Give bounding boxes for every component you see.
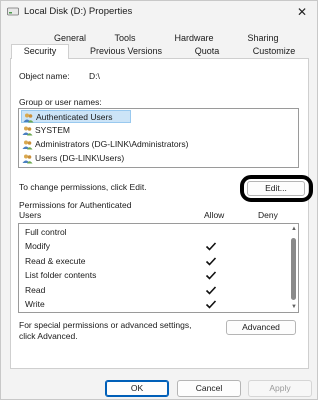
user-list[interactable]: Authenticated Users SYSTEM Administrator… (18, 108, 299, 168)
object-name-value: D:\ (89, 71, 100, 81)
user-item-authenticated-users[interactable]: Authenticated Users (21, 110, 131, 123)
tab-customize[interactable]: Customize (247, 45, 301, 58)
highlight-annotation (240, 175, 313, 202)
user-item-label: Users (DG-LINK\Users) (35, 153, 125, 163)
user-group-icon (23, 113, 34, 123)
user-item-administrators[interactable]: Administrators (DG-LINK\Administrators) (21, 138, 261, 151)
allow-check-icon (205, 300, 217, 309)
cancel-button[interactable]: Cancel (177, 380, 241, 397)
deny-header: Deny (258, 210, 278, 220)
permission-row: Read & execute (25, 256, 86, 266)
allow-check-icon (205, 242, 217, 251)
permission-row: List folder contents (25, 270, 97, 280)
permission-row: Write (25, 299, 45, 309)
scroll-up-icon[interactable]: ▲ (291, 226, 297, 232)
allow-check-icon (205, 286, 217, 295)
allow-check-icon (205, 257, 217, 266)
user-item-label: SYSTEM (35, 125, 70, 135)
permissions-label-line2: Users (19, 210, 42, 220)
user-item-users[interactable]: Users (DG-LINK\Users) (21, 152, 171, 165)
permission-row: Modify (25, 241, 51, 251)
group-names-label: Group or user names: (19, 97, 102, 107)
change-permissions-text: To change permissions, click Edit. (19, 182, 147, 192)
permission-row: Read (25, 285, 46, 295)
user-group-icon (22, 154, 33, 164)
user-group-icon (22, 140, 33, 150)
permissions-label-line1: Permissions for Authenticated (19, 200, 132, 210)
apply-button[interactable]: Apply (248, 380, 312, 397)
title-bar: Local Disk (D:) Properties ✕ (1, 1, 317, 23)
tab-previous-versions[interactable]: Previous Versions (85, 45, 167, 58)
permission-row: Full control (25, 227, 67, 237)
tab-hardware[interactable]: Hardware (169, 32, 219, 45)
tab-quota[interactable]: Quota (187, 45, 227, 58)
drive-icon (7, 7, 19, 16)
special-permissions-text-line2: click Advanced. (19, 331, 78, 341)
properties-window: Local Disk (D:) Properties ✕ General Too… (0, 0, 318, 400)
scroll-down-icon[interactable]: ▼ (291, 304, 297, 310)
user-item-system[interactable]: SYSTEM (21, 124, 131, 137)
permissions-list[interactable]: Full control Modify Read & execute List … (18, 223, 299, 313)
window-title: Local Disk (D:) Properties (24, 6, 133, 17)
user-item-label: Authenticated Users (36, 112, 113, 122)
close-icon: ✕ (296, 5, 308, 19)
ok-button[interactable]: OK (105, 380, 169, 397)
tab-tools[interactable]: Tools (105, 32, 145, 45)
scrollbar-thumb[interactable] (291, 238, 296, 300)
tab-sharing[interactable]: Sharing (239, 32, 287, 45)
close-button[interactable]: ✕ (293, 4, 311, 20)
tab-security[interactable]: Security (11, 44, 69, 59)
allow-header: Allow (204, 210, 225, 220)
user-group-icon (22, 126, 33, 136)
special-permissions-text-line1: For special permissions or advanced sett… (19, 320, 192, 330)
user-item-label: Administrators (DG-LINK\Administrators) (35, 139, 189, 149)
advanced-button[interactable]: Advanced (226, 320, 296, 335)
object-name-label: Object name: (19, 71, 70, 81)
allow-check-icon (205, 271, 217, 280)
